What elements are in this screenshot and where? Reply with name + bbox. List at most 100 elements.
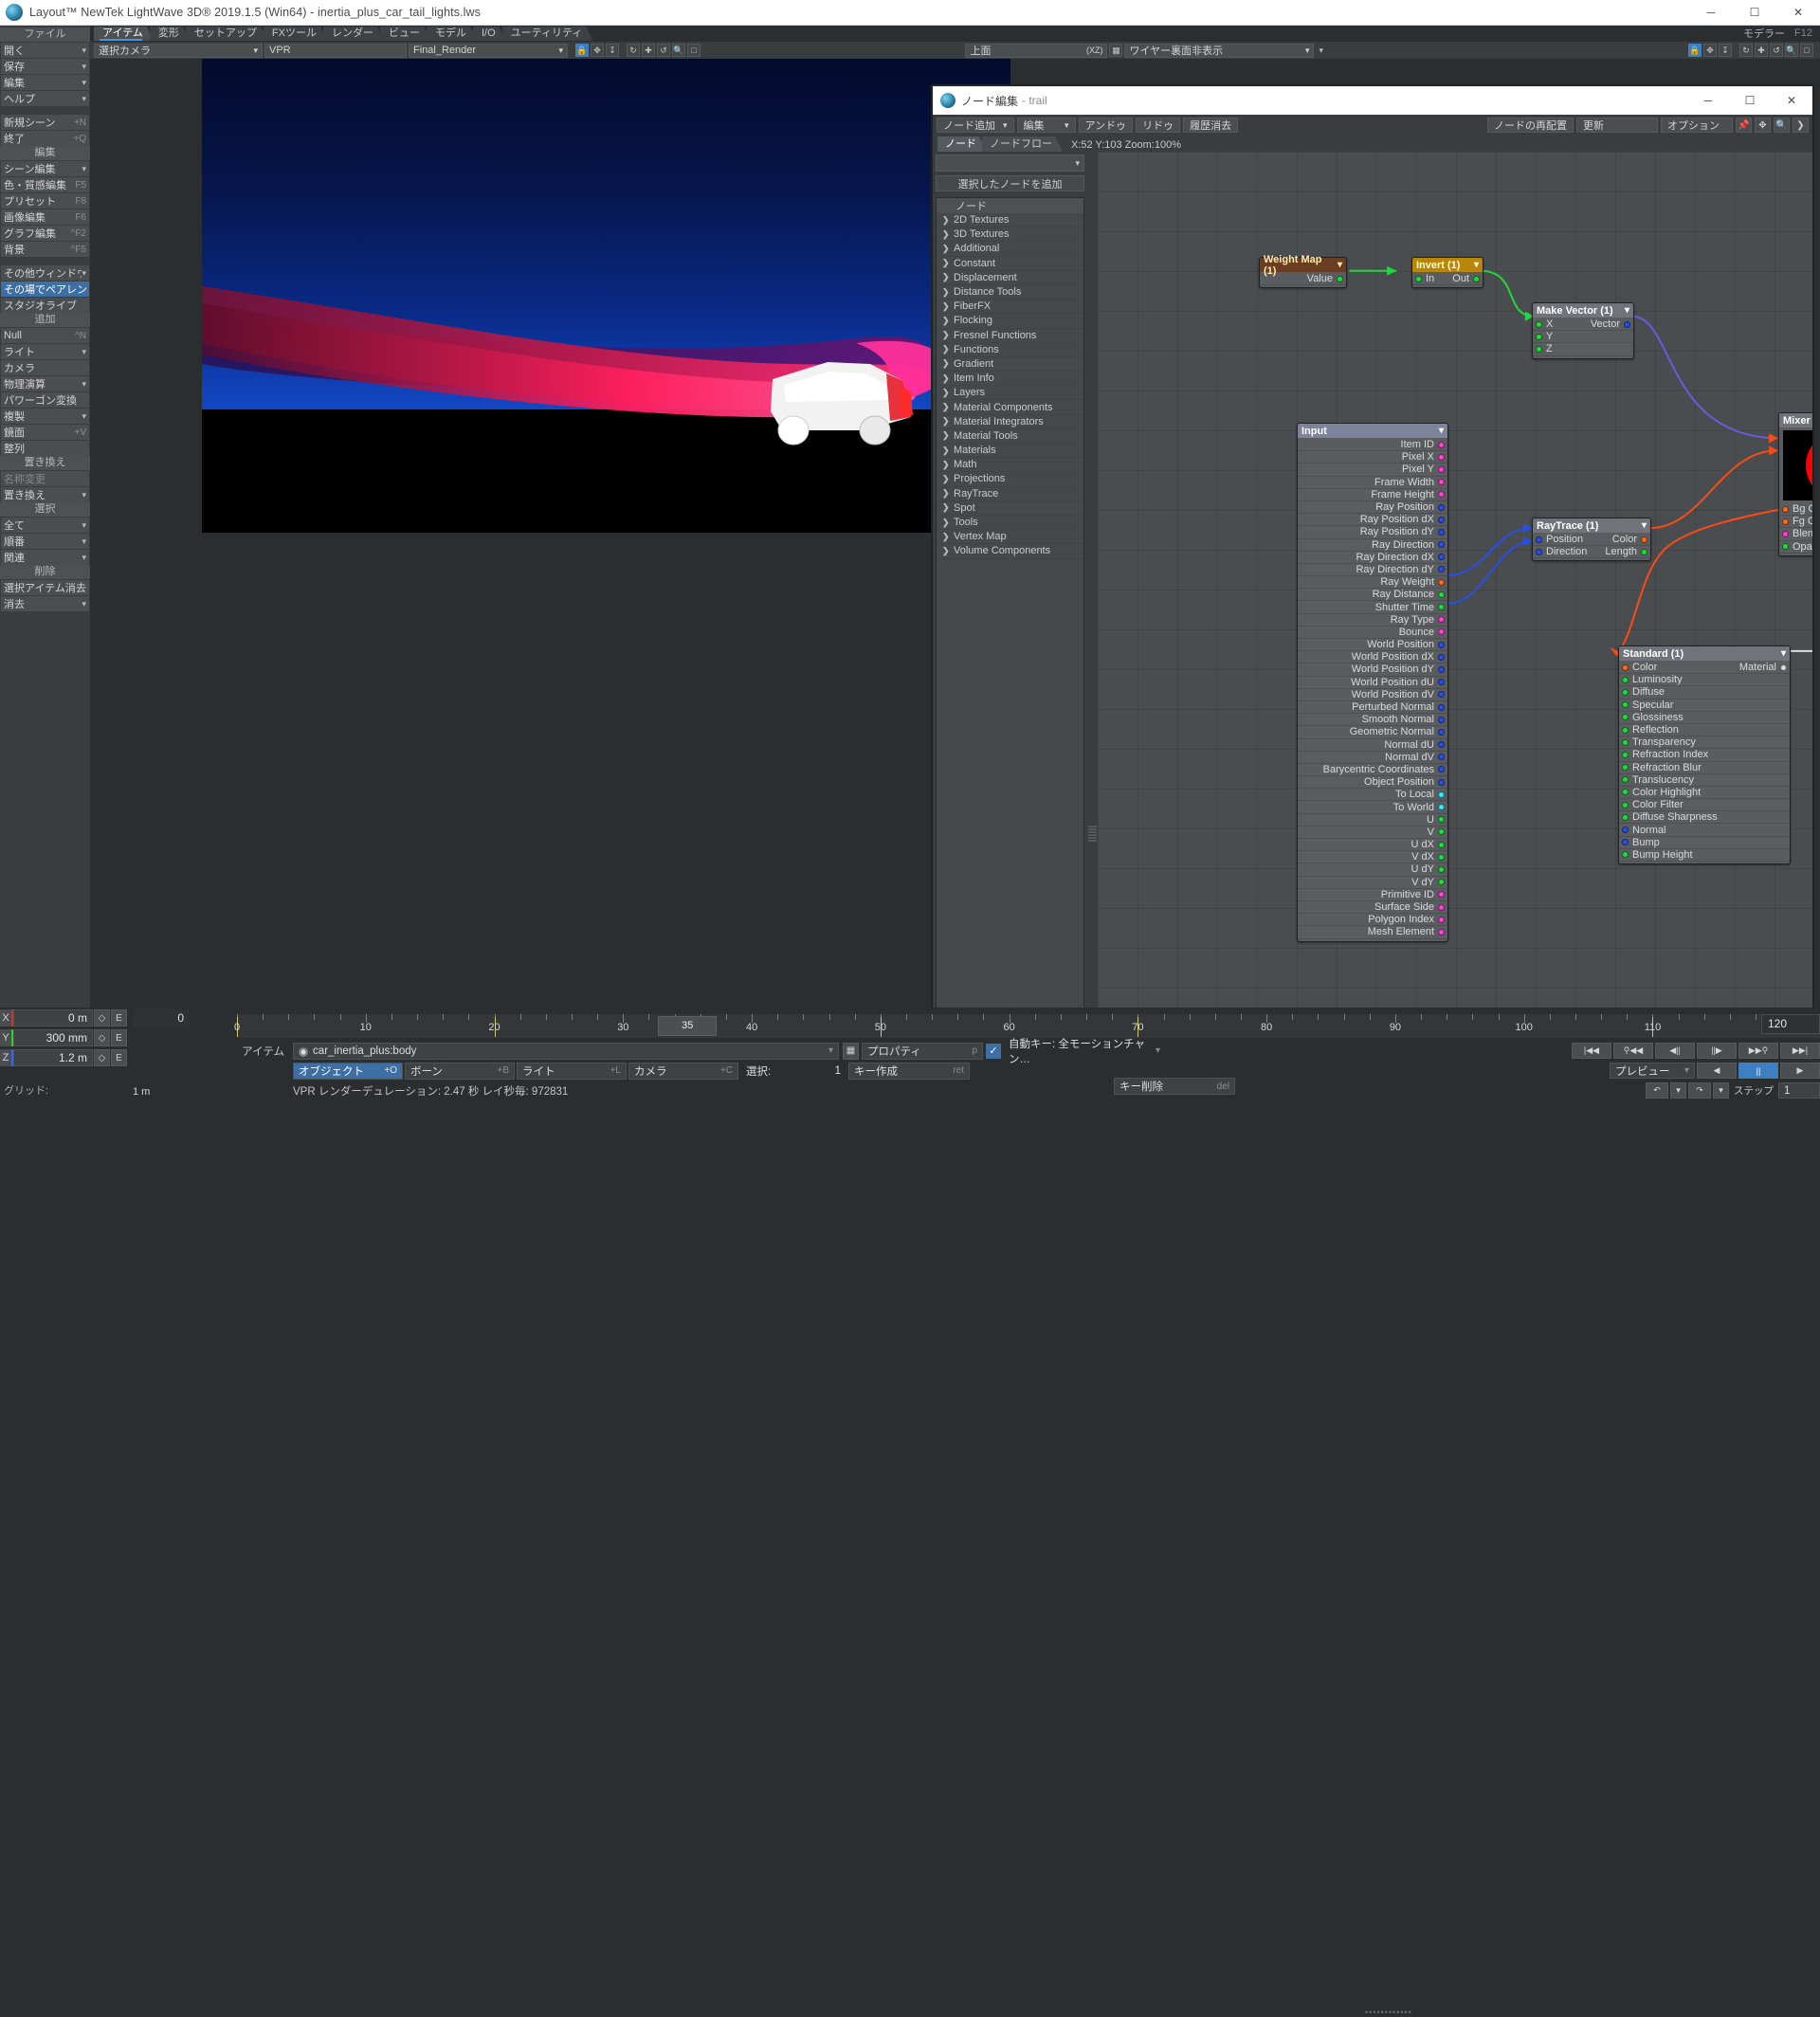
node-port-row[interactable]: Color Filter	[1619, 799, 1790, 812]
sidebar-item-7-1[interactable]: 消去 ▾	[1, 596, 89, 611]
end-frame-field[interactable]: 120	[1761, 1014, 1820, 1034]
node-port-row[interactable]: World Position	[1298, 639, 1447, 652]
sidebar-item-4-0[interactable]: Null ^N	[1, 328, 89, 343]
node-editor-minimize-button[interactable]: ─	[1687, 86, 1729, 115]
port-connector[interactable]	[1438, 790, 1445, 798]
node-standard[interactable]: Standard (1) ▾ Color Material Luminosity Diff…	[1618, 645, 1791, 864]
port-connector[interactable]	[1438, 865, 1445, 873]
node-port-row[interactable]: World Position dV	[1298, 689, 1447, 701]
tab-ユーティリティ[interactable]: ユーティリティ	[502, 27, 593, 41]
scrollbar-grip[interactable]	[1088, 826, 1097, 843]
node-category-7[interactable]: ❯ Flocking	[937, 314, 1083, 329]
current-frame-field[interactable]: 0	[133, 1009, 190, 1027]
selection-mode-カメラ[interactable]: カメラ +C	[628, 1062, 738, 1080]
port-connector-in[interactable]	[1622, 701, 1629, 709]
port-connector[interactable]	[1438, 541, 1445, 549]
port-connector[interactable]	[1438, 516, 1445, 523]
node-header-raytrace[interactable]: RayTrace (1) ▾	[1533, 518, 1650, 533]
port-connector[interactable]	[1438, 754, 1445, 761]
undo-button[interactable]: アンドゥ	[1078, 118, 1134, 133]
node-category-13[interactable]: ❯ Material Components	[937, 400, 1083, 415]
node-port-row[interactable]: Normal dU	[1298, 739, 1447, 752]
port-connector-in[interactable]	[1782, 518, 1789, 525]
node-mixer[interactable]: Mixer (1)▾Bg ColorColorFg ColorAlphaBlen…	[1778, 412, 1812, 556]
port-connector[interactable]	[1438, 728, 1445, 736]
tab-変形[interactable]: 変形	[150, 27, 190, 41]
port-connector-in[interactable]	[1622, 751, 1629, 758]
port-connector[interactable]	[1438, 441, 1445, 448]
node-list-scrollbar[interactable]	[1087, 152, 1098, 1032]
node-category-23[interactable]: ❯ Volume Components	[937, 544, 1083, 559]
port-connector-in[interactable]	[1782, 505, 1789, 513]
node-port-row[interactable]: Z	[1533, 343, 1633, 356]
node-port-row[interactable]: Smooth Normal	[1298, 714, 1447, 727]
sidebar-item-2-3[interactable]: 画像編集 F6	[1, 209, 89, 225]
sidebar-item-4-2[interactable]: カメラ	[1, 360, 89, 375]
add-selected-node-button[interactable]: 選択したノードを追加	[936, 175, 1084, 191]
move-icon[interactable]: ✥	[591, 44, 604, 57]
node-preview-swatch[interactable]	[1783, 430, 1812, 500]
search-icon[interactable]: 🔍	[1774, 118, 1790, 133]
port-connector-in[interactable]	[1536, 333, 1542, 340]
node-port-row[interactable]: Refraction Blur	[1619, 762, 1790, 774]
vpr-dropdown[interactable]: VPR	[264, 43, 407, 58]
node-port-row[interactable]: V	[1298, 827, 1447, 839]
node-port-row[interactable]: World Position dY	[1298, 663, 1447, 677]
rotate-icon[interactable]: ↻	[627, 44, 640, 57]
node-subtab-0[interactable]: ノード	[937, 136, 987, 152]
sidebar-item-1-0[interactable]: 新規シーン +N	[1, 115, 89, 130]
node-port-row[interactable]: Ray Direction dY	[1298, 564, 1447, 577]
node-header-mixer[interactable]: Mixer (1)▾	[1779, 413, 1812, 427]
port-connector-out[interactable]	[1641, 548, 1647, 555]
node-port-row[interactable]: Diffuse	[1619, 686, 1790, 700]
node-port-row[interactable]: In Out	[1412, 273, 1483, 286]
pin-icon[interactable]: 📌	[1736, 118, 1752, 133]
port-connector[interactable]	[1438, 691, 1445, 699]
chevron-down-icon[interactable]: ▾	[1670, 1082, 1686, 1099]
node-category-12[interactable]: ❯ Layers	[937, 386, 1083, 401]
chevron-right-icon[interactable]: ❯	[1793, 118, 1809, 133]
sidebar-item-3-2[interactable]: スタジオライブ	[1, 298, 89, 313]
step-value-field[interactable]: 1	[1778, 1082, 1820, 1099]
node-category-0[interactable]: ❯ 2D Textures	[937, 213, 1083, 228]
node-port-row[interactable]: Frame Height	[1298, 489, 1447, 501]
node-port-row[interactable]: Ray Position dY	[1298, 526, 1447, 539]
node-port-row[interactable]: To World	[1298, 801, 1447, 814]
port-connector-in[interactable]	[1782, 530, 1789, 537]
pan-icon[interactable]: ✚	[642, 44, 655, 57]
node-port-row[interactable]: Shutter Time	[1298, 601, 1447, 614]
undo-icon[interactable]: ↶	[1646, 1082, 1668, 1099]
node-port-row[interactable]: V dY	[1298, 877, 1447, 889]
node-port-row[interactable]: Value	[1260, 273, 1346, 286]
item-list-icon[interactable]: ▦	[843, 1042, 859, 1060]
axis-value-X[interactable]: 0 m	[13, 1009, 93, 1027]
port-connector-in[interactable]	[1622, 839, 1629, 846]
port-connector[interactable]	[1438, 465, 1445, 473]
node-port-row[interactable]: U	[1298, 814, 1447, 827]
port-connector[interactable]	[1438, 479, 1445, 486]
add-node-button[interactable]: ノード追加 ▾	[937, 118, 1014, 133]
sidebar-item-2-2[interactable]: プリセット F8	[1, 193, 89, 209]
port-connector-in[interactable]	[1622, 726, 1629, 734]
node-port-row[interactable]: World Position dX	[1298, 651, 1447, 664]
port-connector-in[interactable]	[1622, 676, 1629, 683]
node-category-2[interactable]: ❯ Additional	[937, 242, 1083, 257]
transport-button-1[interactable]: ⚲◀◀	[1613, 1043, 1653, 1059]
envelope-button-X[interactable]: E	[111, 1009, 127, 1027]
redo-button[interactable]: リドゥ	[1136, 118, 1181, 133]
port-connector-in[interactable]	[1622, 851, 1629, 859]
port-connector[interactable]	[1438, 653, 1445, 661]
node-port-row[interactable]: Ray Position dX	[1298, 514, 1447, 527]
port-connector[interactable]	[1438, 853, 1445, 861]
port-connector-in[interactable]	[1782, 543, 1789, 551]
port-connector[interactable]	[1438, 766, 1445, 773]
node-category-18[interactable]: ❯ Projections	[937, 472, 1083, 487]
port-connector-in[interactable]	[1622, 789, 1629, 796]
timeline-ruler[interactable]: 0 10 20 30 40 50 60 70 80 90 100 110 120 35	[234, 1014, 1820, 1038]
clear-history-button[interactable]: 履歴消去	[1183, 118, 1239, 133]
port-connector-in[interactable]	[1536, 320, 1542, 328]
port-connector[interactable]	[1438, 665, 1445, 673]
render-viewport[interactable]	[202, 59, 1010, 533]
view-name-dropdown[interactable]: 上面 (XZ)	[965, 43, 1108, 58]
save-view-icon[interactable]: ↧	[606, 44, 619, 57]
